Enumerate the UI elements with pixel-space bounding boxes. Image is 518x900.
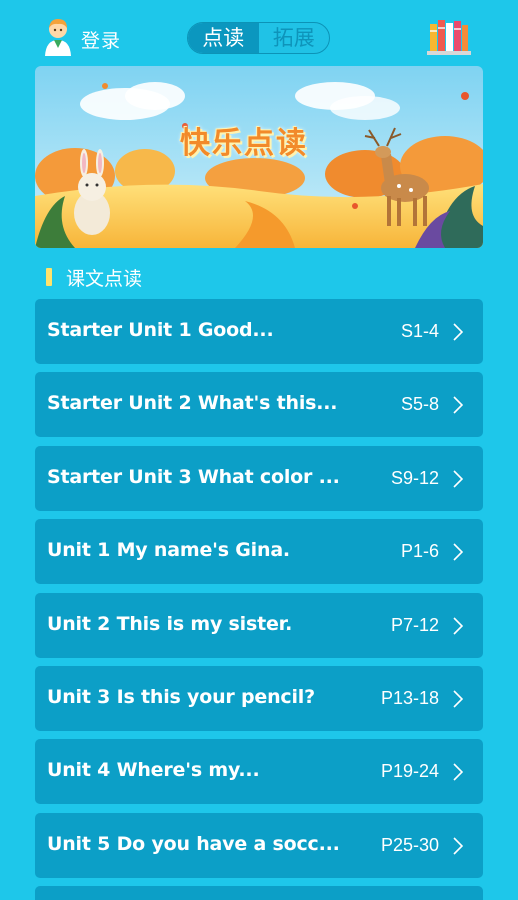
unit-pages: P13-18 (380, 688, 439, 708)
section-title: 课文点读 (66, 268, 143, 290)
list-item[interactable]: Unit 5 Do you have a socc... P25-30 (35, 813, 483, 878)
unit-pages: P19-24 (380, 761, 439, 781)
chevron-right-icon (453, 690, 463, 708)
unit-pages: P1-6 (400, 541, 439, 561)
unit-title: Starter Unit 2 What's this... (47, 392, 338, 414)
unit-pages: S1-4 (400, 321, 439, 341)
list-item[interactable]: Unit 4 Where's my... P19-24 (35, 739, 483, 804)
chevron-right-icon (453, 837, 463, 855)
banner-title: 快乐点读 (180, 126, 308, 161)
unit-title: Unit 4 Where's my... (47, 759, 260, 781)
unit-pages: S5-8 (400, 394, 439, 414)
chevron-right-icon (453, 396, 463, 414)
list-item[interactable]: Unit 1 My name's Gina. P1-6 (35, 519, 483, 584)
unit-pages: S9-12 (390, 468, 439, 488)
chevron-right-icon (453, 617, 463, 635)
bookshelf-icon[interactable] (426, 18, 472, 56)
top-bar: 登录 点读 拓展 (0, 0, 518, 70)
unit-pages: P25-30 (380, 835, 439, 855)
banner[interactable]: 快乐点读 (35, 66, 483, 248)
unit-title: Unit 3 Is this your pencil? (47, 686, 315, 708)
chevron-right-icon (453, 763, 463, 781)
list-item[interactable]: Starter Unit 2 What's this... S5-8 (35, 372, 483, 437)
unit-title: Unit 1 My name's Gina. (47, 539, 290, 561)
list-item[interactable]: Starter Unit 3 What color ... S9-12 (35, 446, 483, 511)
unit-title: Starter Unit 3 What color ... (47, 466, 340, 488)
unit-title: Unit 2 This is my sister. (47, 613, 293, 635)
chevron-right-icon (453, 323, 463, 341)
avatar-icon[interactable] (42, 18, 74, 56)
unit-pages: P7-12 (390, 615, 439, 635)
tab-extend[interactable]: 拓展 (259, 23, 330, 53)
list-item-partial[interactable] (35, 886, 483, 900)
login-link[interactable]: 登录 (81, 26, 121, 53)
mode-tabs: 点读 拓展 (187, 22, 330, 54)
chevron-right-icon (453, 543, 463, 561)
unit-title: Starter Unit 1 Good... (47, 319, 274, 341)
list-item[interactable]: Unit 3 Is this your pencil? P13-18 (35, 666, 483, 731)
list-item[interactable]: Starter Unit 1 Good... S1-4 (35, 299, 483, 364)
list-item[interactable]: Unit 2 This is my sister. P7-12 (35, 593, 483, 658)
section-marker (46, 268, 52, 286)
chevron-right-icon (453, 470, 463, 488)
unit-title: Unit 5 Do you have a socc... (47, 833, 340, 855)
tab-read[interactable]: 点读 (188, 23, 259, 53)
